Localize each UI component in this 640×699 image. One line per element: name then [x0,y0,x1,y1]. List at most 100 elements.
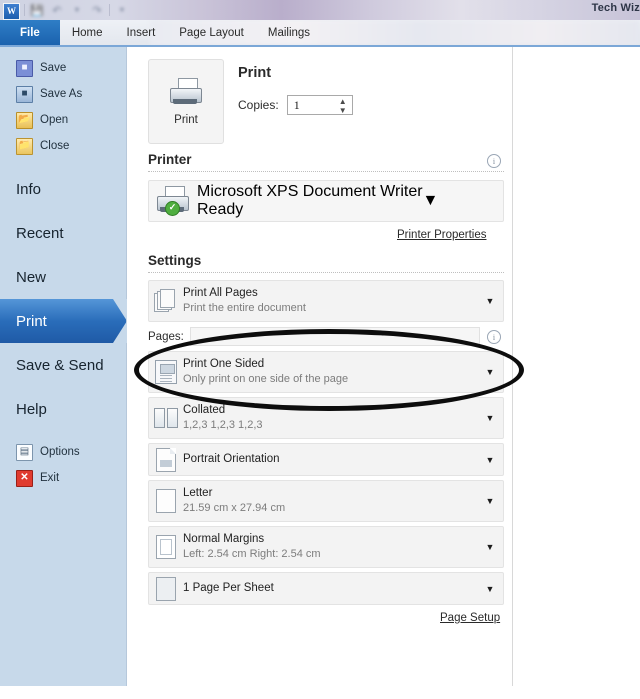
setting-subtitle: Left: 2.54 cm Right: 2.54 cm [183,548,321,560]
chevron-down-icon[interactable]: ▼ [423,192,439,210]
save-icon[interactable]: 💾 [29,3,45,17]
print-button-label: Print [174,113,198,126]
printer-name: Microsoft XPS Document Writer [197,183,423,200]
chevron-down-icon[interactable]: ▼ [477,542,503,552]
backstage-view: ■ Save ■ Save As 📂 Open 📁 Close Info Rec… [0,47,640,699]
save-as-icon: ■ [16,85,33,103]
customize-qat-icon[interactable]: ▼ [114,3,130,17]
margins-icon [149,535,183,559]
printer-select[interactable]: ✓ Microsoft XPS Document Writer Ready ▼ [148,180,504,222]
setting-subtitle: Only print on one side of the page [183,373,349,385]
qat-separator-2 [109,4,110,16]
setting-text: 1 Page Per Sheet [183,581,477,596]
chevron-down-icon[interactable]: ▼ [477,584,503,594]
setting-title: Print All Pages [183,287,258,299]
printer-icon: ✓ [153,186,193,216]
tab-home[interactable]: Home [60,20,115,45]
print-preview-area [513,47,640,686]
setting-subtitle: 21.59 cm x 27.94 cm [183,502,286,514]
sidebar-item-recent[interactable]: Recent [0,211,126,255]
sidebar-item-close[interactable]: 📁 Close [0,133,126,159]
pages-info-icon[interactable]: i [487,330,501,344]
printer-icon [166,77,206,108]
sidebar-item-label: Print [16,312,47,330]
print-header-block: Print Print Copies: 1 ▲ ▼ [148,59,353,144]
sidebar-item-open[interactable]: 📂 Open [0,107,126,133]
setting-subtitle: 1,2,3 1,2,3 1,2,3 [183,419,263,431]
options-icon: ▤ [16,443,33,461]
sidebar-item-info[interactable]: Info [0,167,126,211]
setting-title: Portrait Orientation [183,453,280,465]
setting-sided[interactable]: Print One Sided Only print on one side o… [148,351,504,393]
copies-value[interactable]: 1 [288,98,300,113]
page-title: Print [238,65,272,81]
backstage-sidebar[interactable]: ■ Save ■ Save As 📂 Open 📁 Close Info Rec… [0,47,127,686]
redo-icon[interactable]: ↷ [89,3,105,17]
copies-label: Copies: [238,98,279,112]
setting-orientation[interactable]: Portrait Orientation ▼ [148,443,504,476]
setting-subtitle: Print the entire document [183,302,306,314]
undo-icon[interactable]: ↶ [49,3,65,17]
ribbon-tabs[interactable]: File Home Insert Page Layout Mailings [0,20,322,45]
printer-properties-link[interactable]: Printer Properties [397,229,486,241]
sidebar-item-options[interactable]: ▤ Options [0,439,126,465]
printer-status: Ready [197,201,244,218]
sidebar-item-label: Options [40,446,80,458]
pages-stack-icon [149,289,183,313]
sidebar-item-save-and-send[interactable]: Save & Send [0,343,126,387]
sidebar-item-label: Open [40,114,69,126]
sidebar-item-save-as[interactable]: ■ Save As [0,81,126,107]
setting-text: Collated 1,2,3 1,2,3 1,2,3 [183,403,477,433]
stepper-arrows[interactable]: ▲ ▼ [339,97,347,115]
print-settings-pane: Print Print Copies: 1 ▲ ▼ Printer i ✓ Mi… [140,47,512,686]
setting-collation[interactable]: Collated 1,2,3 1,2,3 1,2,3 ▼ [148,397,504,439]
tab-insert[interactable]: Insert [115,20,168,45]
tab-page-layout[interactable]: Page Layout [167,20,256,45]
word-logo-icon: W [3,2,20,20]
printer-text: Microsoft XPS Document Writer Ready [197,183,423,219]
stepper-down-icon[interactable]: ▼ [339,107,347,115]
chevron-down-icon[interactable]: ▼ [477,455,503,465]
setting-text: Print One Sided Only print on one side o… [183,357,477,387]
printer-info-icon[interactable]: i [487,154,501,168]
page-setup-link[interactable]: Page Setup [440,612,500,624]
setting-pages-per-sheet[interactable]: 1 Page Per Sheet ▼ [148,572,504,605]
exit-icon: ✕ [16,469,33,487]
pages-input[interactable] [189,327,480,346]
setting-paper-size[interactable]: Letter 21.59 cm x 27.94 cm ▼ [148,480,504,522]
pages-row: Pages: [148,327,480,346]
print-heading-block: Print Copies: 1 ▲ ▼ [238,59,353,115]
printer-section-heading: Printer [148,152,192,167]
tab-file[interactable]: File [0,20,60,45]
sidebar-item-save[interactable]: ■ Save [0,55,126,81]
stepper-up-icon[interactable]: ▲ [339,98,347,106]
window-title: Tech Wiz [591,2,640,14]
ready-check-icon: ✓ [165,201,180,216]
setting-print-range[interactable]: Print All Pages Print the entire documen… [148,280,504,322]
qat-separator [24,4,25,16]
setting-text: Portrait Orientation [183,452,477,467]
copies-stepper[interactable]: 1 ▲ ▼ [286,95,353,115]
sidebar-item-label: Save As [40,88,83,100]
sidebar-item-new[interactable]: New [0,255,126,299]
setting-text: Normal Margins Left: 2.54 cm Right: 2.54… [183,532,477,562]
sidebar-item-label: Exit [40,472,60,484]
chevron-down-icon[interactable]: ▼ [477,496,503,506]
chevron-down-icon[interactable]: ▼ [477,296,503,306]
chevron-down-icon[interactable]: ▼ [477,367,503,377]
tab-mailings[interactable]: Mailings [256,20,322,45]
undo-dropdown-icon[interactable]: ▼ [69,3,85,17]
setting-text: Print All Pages Print the entire documen… [183,286,477,316]
chevron-down-icon[interactable]: ▼ [477,413,503,423]
print-button[interactable]: Print [148,59,224,144]
sidebar-item-label: Save [40,62,67,74]
settings-section-rule [148,272,504,273]
sidebar-item-exit[interactable]: ✕ Exit [0,465,126,491]
sidebar-item-help[interactable]: Help [0,387,126,431]
setting-title: Normal Margins [183,533,265,545]
sidebar-item-print[interactable]: Print [0,299,127,343]
setting-margins[interactable]: Normal Margins Left: 2.54 cm Right: 2.54… [148,526,504,568]
pages-label: Pages: [148,330,184,343]
quick-access-toolbar[interactable]: W 💾 ↶ ▼ ↷ ▼ [0,0,130,20]
save-icon: ■ [16,59,33,77]
